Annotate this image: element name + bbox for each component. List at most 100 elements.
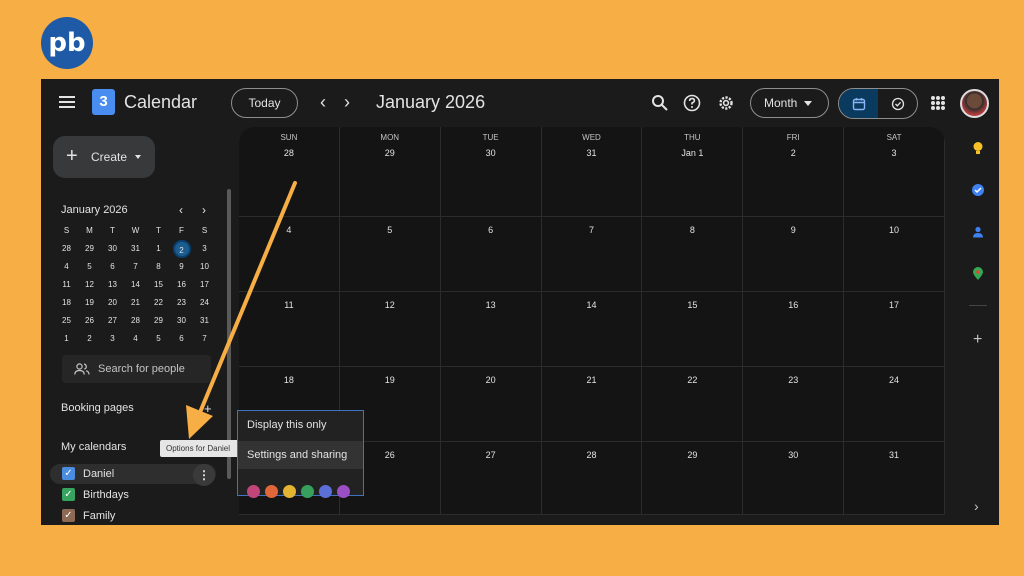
day-cell[interactable]: MON 29 <box>339 127 441 217</box>
add-icon[interactable]: + <box>973 331 982 349</box>
mini-day[interactable]: 14 <box>124 276 147 294</box>
mini-day[interactable]: 21 <box>124 294 147 312</box>
create-button[interactable]: + Create <box>53 136 155 178</box>
day-cell[interactable]: SUN 28 <box>239 127 340 217</box>
day-cell[interactable]: 17 <box>844 292 945 367</box>
day-cell[interactable]: 22 <box>642 367 744 442</box>
day-number[interactable]: 24 <box>844 375 944 385</box>
day-number[interactable]: 8 <box>642 225 742 235</box>
day-number[interactable]: 23 <box>743 375 843 385</box>
mini-day[interactable]: 1 <box>55 330 78 348</box>
mini-day[interactable]: 3 <box>193 240 216 258</box>
day-cell[interactable]: 28 <box>541 442 643 515</box>
day-cell[interactable]: 7 <box>541 217 643 292</box>
mini-day[interactable]: 31 <box>124 240 147 258</box>
mini-day[interactable]: 25 <box>55 312 78 330</box>
day-cell[interactable]: FRI 2 <box>743 127 845 217</box>
gear-icon[interactable] <box>716 93 736 113</box>
mini-day[interactable]: 11 <box>55 276 78 294</box>
avatar[interactable] <box>960 89 989 118</box>
day-number[interactable]: 22 <box>642 375 742 385</box>
mini-chevron-left-icon[interactable]: ‹ <box>179 203 183 217</box>
day-number[interactable]: 7 <box>542 225 642 235</box>
mini-day[interactable]: 5 <box>147 330 170 348</box>
mini-day[interactable]: 15 <box>147 276 170 294</box>
day-number[interactable]: 3 <box>844 148 944 158</box>
tasks-icon[interactable] <box>971 183 985 197</box>
day-cell[interactable]: 14 <box>541 292 643 367</box>
checkbox-checked-icon[interactable]: ✓ <box>62 488 75 501</box>
day-cell[interactable]: 6 <box>440 217 542 292</box>
day-number[interactable]: 6 <box>441 225 541 235</box>
day-cell[interactable]: THU Jan 1 <box>642 127 744 217</box>
mini-day[interactable]: 10 <box>193 258 216 276</box>
day-number[interactable]: 15 <box>642 300 742 310</box>
mini-day[interactable]: 29 <box>78 240 101 258</box>
mini-day[interactable]: 8 <box>147 258 170 276</box>
menu-icon[interactable] <box>59 96 75 108</box>
day-number[interactable]: 31 <box>542 148 642 158</box>
view-selector-button[interactable]: Month <box>750 88 829 118</box>
day-number[interactable]: 5 <box>340 225 440 235</box>
day-cell[interactable]: SAT 3 <box>844 127 945 217</box>
day-number[interactable]: Jan 1 <box>642 148 742 158</box>
search-icon[interactable] <box>650 93 670 113</box>
maps-pin-icon[interactable] <box>971 267 985 281</box>
day-number[interactable]: 4 <box>239 225 339 235</box>
day-number[interactable]: 10 <box>844 225 944 235</box>
mini-day[interactable]: 16 <box>170 276 193 294</box>
day-cell[interactable]: 16 <box>743 292 845 367</box>
day-number[interactable]: 18 <box>239 375 339 385</box>
day-number[interactable]: 31 <box>844 450 944 460</box>
calendar-view-toggle[interactable] <box>839 89 878 118</box>
day-cell[interactable]: 15 <box>642 292 744 367</box>
add-booking-page-icon[interactable]: + <box>204 401 212 416</box>
mini-day[interactable]: 17 <box>193 276 216 294</box>
mini-day[interactable]: 9 <box>170 258 193 276</box>
mini-day[interactable]: 28 <box>55 240 78 258</box>
menu-item-settings-and-sharing[interactable]: Settings and sharing <box>238 441 363 469</box>
keep-bulb-icon[interactable] <box>971 141 985 155</box>
day-number[interactable]: 28 <box>542 450 642 460</box>
help-icon[interactable] <box>682 93 702 113</box>
day-number[interactable]: 13 <box>441 300 541 310</box>
apps-grid-icon[interactable] <box>931 96 945 110</box>
mini-day[interactable]: 12 <box>78 276 101 294</box>
day-cell[interactable]: 21 <box>541 367 643 442</box>
mini-day[interactable]: 5 <box>78 258 101 276</box>
day-number[interactable]: 11 <box>239 300 339 310</box>
day-cell[interactable]: 4 <box>239 217 340 292</box>
mini-day[interactable]: 31 <box>193 312 216 330</box>
day-cell[interactable]: 8 <box>642 217 744 292</box>
mini-day[interactable]: 4 <box>55 258 78 276</box>
day-cell[interactable]: TUE 30 <box>440 127 542 217</box>
mini-day[interactable]: 29 <box>147 312 170 330</box>
day-cell[interactable]: 11 <box>239 292 340 367</box>
mini-day[interactable]: 7 <box>124 258 147 276</box>
mini-day[interactable]: 19 <box>78 294 101 312</box>
mini-day[interactable]: 6 <box>170 330 193 348</box>
day-cell[interactable]: 13 <box>440 292 542 367</box>
chevron-right-icon[interactable]: › <box>344 93 350 111</box>
search-people-input[interactable]: Search for people <box>62 355 211 383</box>
checkbox-checked-icon[interactable]: ✓ <box>62 509 75 522</box>
day-cell[interactable]: 20 <box>440 367 542 442</box>
my-calendars-heading[interactable]: My calendars <box>61 441 126 453</box>
calendar-item-family[interactable]: ✓ Family <box>50 506 216 525</box>
mini-day[interactable]: 23 <box>170 294 193 312</box>
mini-day[interactable]: 26 <box>78 312 101 330</box>
mini-day[interactable]: 22 <box>147 294 170 312</box>
mini-day[interactable]: 13 <box>101 276 124 294</box>
day-cell[interactable]: 5 <box>339 217 441 292</box>
day-cell[interactable]: WED 31 <box>541 127 643 217</box>
day-number[interactable]: 14 <box>542 300 642 310</box>
day-number[interactable]: 30 <box>441 148 541 158</box>
day-cell[interactable]: 27 <box>440 442 542 515</box>
day-number[interactable]: 29 <box>340 148 440 158</box>
color-swatch[interactable] <box>337 485 350 498</box>
color-swatch[interactable] <box>283 485 296 498</box>
booking-pages-heading[interactable]: Booking pages <box>61 402 134 414</box>
day-cell[interactable]: 29 <box>642 442 744 515</box>
contacts-icon[interactable] <box>971 225 985 239</box>
color-swatch[interactable] <box>247 485 260 498</box>
